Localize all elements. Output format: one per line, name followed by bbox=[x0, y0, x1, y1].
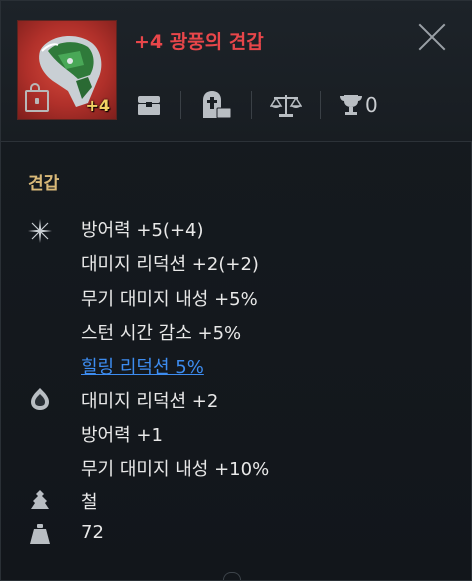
item-action-toolbar: 0 bbox=[126, 87, 461, 123]
toolbar-separator bbox=[251, 91, 252, 119]
balance-scale-icon bbox=[270, 95, 302, 117]
weight-value: 72 bbox=[81, 522, 104, 543]
toolbar-separator bbox=[180, 91, 181, 119]
material-icon bbox=[31, 490, 49, 509]
material-value: 철 bbox=[81, 492, 98, 513]
trophy-icon bbox=[340, 95, 362, 115]
item-tooltip-panel: +4 +4 광풍의 견갑 0 견갑 방어력 +5(+4) 대미지 리덕션 +2(… bbox=[0, 0, 472, 581]
chest-icon bbox=[138, 96, 160, 115]
item-category: 견갑 bbox=[28, 174, 60, 194]
trophy-count: 0 bbox=[365, 93, 378, 117]
gem-option-icon bbox=[31, 388, 49, 410]
base-stat-line: 무기 대미지 내성 +5% bbox=[81, 289, 258, 310]
toolbar-separator bbox=[320, 91, 321, 119]
grave-inventory-button[interactable] bbox=[199, 87, 233, 123]
storage-chest-button[interactable] bbox=[136, 87, 162, 123]
compare-scale-button[interactable] bbox=[270, 87, 302, 123]
base-stat-line: 방어력 +5(+4) bbox=[81, 220, 204, 241]
tooltip-header: +4 +4 광풍의 견갑 0 bbox=[1, 1, 472, 142]
scroll-handle-mark[interactable] bbox=[223, 572, 241, 580]
item-icon-frame[interactable]: +4 bbox=[17, 20, 117, 120]
base-stat-line: 대미지 리덕션 +2(+2) bbox=[81, 254, 259, 275]
unlocked-padlock-icon[interactable] bbox=[25, 83, 49, 112]
special-stat-link[interactable]: 힐링 리덕션 5% bbox=[81, 353, 204, 379]
close-button[interactable] bbox=[417, 21, 449, 53]
base-stat-line: 스턴 시간 감소 +5% bbox=[81, 323, 242, 344]
tombstone-chest-icon bbox=[203, 91, 232, 119]
option-stat-line: 무기 대미지 내성 +10% bbox=[81, 459, 270, 480]
sparkle-stat-icon bbox=[28, 219, 52, 243]
weight-icon bbox=[30, 524, 50, 544]
option-stat-line: 대미지 리덕션 +2 bbox=[81, 391, 219, 412]
item-title: +4 광풍의 견갑 bbox=[134, 31, 264, 53]
trophy-button[interactable]: 0 bbox=[339, 87, 378, 123]
option-stat-line: 방어력 +1 bbox=[81, 425, 163, 446]
enhance-level-badge: +4 bbox=[85, 96, 110, 115]
